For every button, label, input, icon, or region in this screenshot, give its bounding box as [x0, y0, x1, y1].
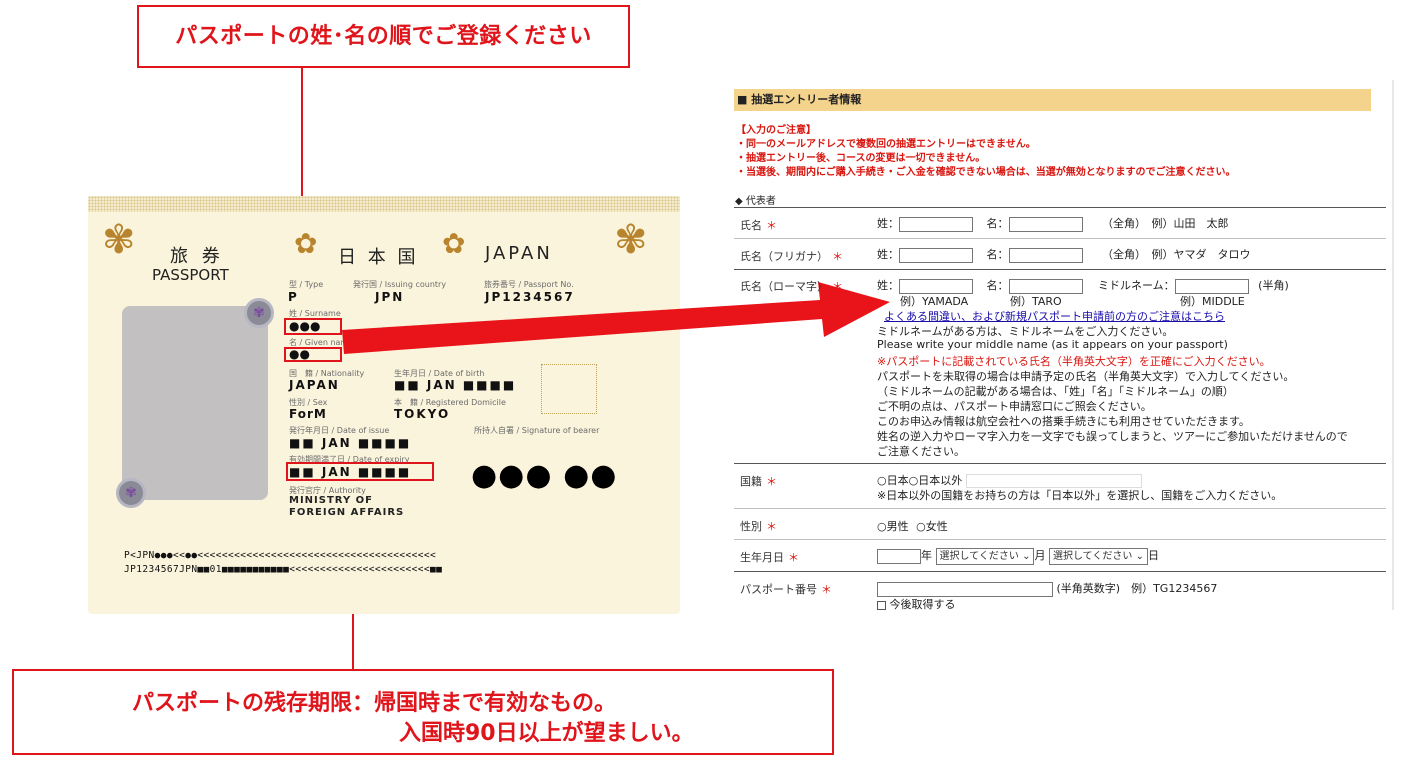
furigana-mei-input[interactable] — [1008, 247, 1083, 263]
year-label: 年 — [921, 549, 932, 562]
day-select-value: 選択してください — [1052, 550, 1133, 562]
romaji-help-line: ご不明の点は、パスポート申請窓口にご照会ください。 — [877, 400, 1152, 413]
romaji-sei-input[interactable] — [899, 278, 973, 294]
sei-label: 姓： — [877, 248, 899, 261]
name-mei-input[interactable] — [1008, 216, 1083, 232]
notice-title: 【入力のご注意】 — [736, 125, 816, 136]
sex-male-radio[interactable]: ○男性 — [877, 520, 909, 533]
name-label-text: 氏名 — [740, 219, 762, 232]
mei-label: 名： — [986, 217, 1009, 230]
notice-line: ・当選後、期間内にご購入手続き・ご入金を確認できない場合は、当選が無効となります… — [736, 167, 1236, 178]
row-passport-number: パスポート番号 ＊ (半角英数字) 例）TG1234567 今後取得する — [734, 571, 1386, 612]
example-sei: 例）YAMADA — [900, 295, 969, 308]
romaji-help-line: ご注意ください。 — [877, 445, 965, 458]
required-mark: ＊ — [788, 551, 799, 564]
name-fields: 姓： 名： （全角） 例）山田 太郎 — [877, 215, 1229, 232]
required-mark: ＊ — [832, 250, 843, 263]
required-mark: ＊ — [766, 520, 777, 533]
dob-year-input[interactable] — [877, 548, 921, 564]
furigana-fields: 姓： 名： （全角） 例）ヤマダ タロウ — [877, 246, 1251, 263]
mei-label: 名： — [986, 248, 1009, 261]
nationality-japan-radio[interactable]: ○日本 — [877, 474, 909, 487]
romaji-help-line: Please write your middle name (as it app… — [877, 338, 1228, 351]
sex-field-label: 性別 ＊ — [740, 518, 777, 534]
furigana-sei-input[interactable] — [899, 247, 973, 263]
romaji-fields: 姓： 名： ミドルネーム： (半角) — [877, 277, 1289, 294]
sei-label: 姓： — [877, 279, 899, 292]
obtain-later-label: 今後取得する — [889, 598, 956, 611]
romaji-label-text: 氏名（ローマ字） — [740, 280, 828, 293]
sex-label-text: 性別 — [740, 520, 762, 533]
romaji-mei-input[interactable] — [1008, 278, 1083, 294]
checkbox-icon[interactable] — [877, 600, 886, 610]
passport-number-fields: (半角英数字) 例）TG1234567 — [877, 580, 1217, 597]
month-select-value: 選択してください — [939, 550, 1019, 562]
row-romaji: 氏名（ローマ字） ＊ 姓： 名： ミドルネーム： (半角) 例）YAMADA 例）… — [734, 269, 1386, 463]
sex-fields: ○男性 ○女性 — [877, 518, 948, 534]
middle-label: ミドルネーム： — [1098, 279, 1175, 292]
halfwidth-note: (半角) — [1258, 279, 1289, 292]
required-mark: ＊ — [766, 475, 777, 488]
sex-female-radio[interactable]: ○女性 — [916, 520, 948, 533]
dob-label-text: 生年月日 — [740, 551, 784, 564]
required-mark: ＊ — [766, 219, 777, 232]
nationality-other-input[interactable] — [965, 474, 1142, 488]
nationality-fields: ○日本○日本以外 — [877, 472, 1142, 488]
chevron-down-icon: ⌄ — [1135, 550, 1144, 562]
obtain-later-checkbox-row[interactable]: 今後取得する — [877, 596, 956, 612]
row-nationality: 国籍 ＊ ○日本○日本以外 ※日本以外の国籍をお持ちの方は「日本以外」を選択し、国… — [734, 463, 1386, 508]
furigana-label-text: 氏名（フリガナ） — [740, 250, 828, 263]
name-sei-input[interactable] — [899, 216, 973, 232]
mei-label: 名： — [986, 279, 1009, 292]
example-middle: 例）MIDDLE — [1180, 295, 1245, 308]
passport-number-input[interactable] — [877, 581, 1053, 597]
nationality-label-text: 国籍 — [740, 475, 762, 488]
month-label: 月 — [1034, 549, 1046, 562]
day-label: 日 — [1147, 549, 1159, 562]
required-mark: ＊ — [832, 280, 843, 293]
furigana-label: 氏名（フリガナ） ＊ — [740, 248, 843, 264]
romaji-warning-line: ※パスポートに記載されている氏名（半角英大文字）を正確にご入力ください。 — [877, 355, 1271, 368]
sei-label: 姓： — [877, 217, 899, 230]
required-mark: ＊ — [821, 583, 832, 596]
nationality-note: ※日本以外の国籍をお持ちの方は「日本以外」を選択し、国籍をご入力ください。 — [877, 489, 1283, 502]
faq-link[interactable]: よくある間違い、および新規パスポート申請前の方のご注意はこちら — [884, 308, 1225, 324]
row-furigana: 氏名（フリガナ） ＊ 姓： 名： （全角） 例）ヤマダ タロウ — [734, 238, 1386, 269]
notice-line: ・抽選エントリー後、コースの変更は一切できません。 — [736, 153, 986, 164]
row-name: 氏名 ＊ 姓： 名： （全角） 例）山田 太郎 — [734, 207, 1386, 238]
example-mei: 例）TARO — [1010, 295, 1062, 308]
section-header: ■ 抽選エントリー者情報 — [734, 89, 1371, 111]
nationality-other-radio[interactable]: ○日本以外 — [909, 474, 963, 487]
row-sex: 性別 ＊ ○男性 ○女性 — [734, 508, 1386, 539]
furigana-note: （全角） 例）ヤマダ タロウ — [1102, 248, 1251, 261]
dob-fields: 年 選択してください ⌄ 月 選択してください ⌄ 日 — [877, 547, 1159, 565]
name-note: （全角） 例）山田 太郎 — [1102, 217, 1229, 230]
passport-number-note: (半角英数字) 例）TG1234567 — [1056, 582, 1218, 595]
name-label: 氏名 ＊ — [740, 217, 777, 233]
dob-day-select[interactable]: 選択してください ⌄ — [1048, 547, 1148, 565]
entry-form: ■ 抽選エントリー者情報 【入力のご注意】 ・同一のメールアドレスで複数回の抽選… — [734, 80, 1396, 612]
romaji-middle-input[interactable] — [1174, 278, 1249, 294]
dob-month-select[interactable]: 選択してください ⌄ — [935, 547, 1035, 565]
nationality-field-label: 国籍 ＊ — [740, 473, 777, 489]
scrollbar-track[interactable] — [1392, 80, 1394, 610]
passport-number-field-label: パスポート番号 ＊ — [740, 581, 832, 597]
passport-number-label-text: パスポート番号 — [740, 583, 817, 596]
dob-field-label: 生年月日 ＊ — [740, 549, 799, 565]
romaji-label: 氏名（ローマ字） ＊ — [740, 278, 843, 294]
romaji-help-line: ミドルネームがある方は、ミドルネームをご入力ください。 — [877, 325, 1174, 338]
notice-line: ・同一のメールアドレスで複数回の抽選エントリーはできません。 — [736, 139, 1036, 150]
romaji-help-line: （ミドルネームの記載がある場合は、「姓」「名」「ミドルネーム」の順） — [877, 385, 1234, 398]
representative-label: ◆ 代表者 — [735, 196, 776, 207]
row-dob: 生年月日＊ 年 選択してください ⌄ 月 選択してください ⌄ 日 — [734, 539, 1386, 571]
romaji-help-line: パスポートを未取得の場合は申請予定の氏名（半角英大文字）で入力してください。 — [877, 370, 1295, 383]
romaji-help-line: このお申込み情報は航空会社への搭乗手続きにも利用させていただきます。 — [877, 415, 1250, 428]
chevron-down-icon: ⌄ — [1022, 550, 1031, 562]
romaji-help-line: 姓名の逆入力やローマ字入力を一文字でも誤ってしまうと、ツアーにご参加いただけませ… — [877, 430, 1348, 443]
